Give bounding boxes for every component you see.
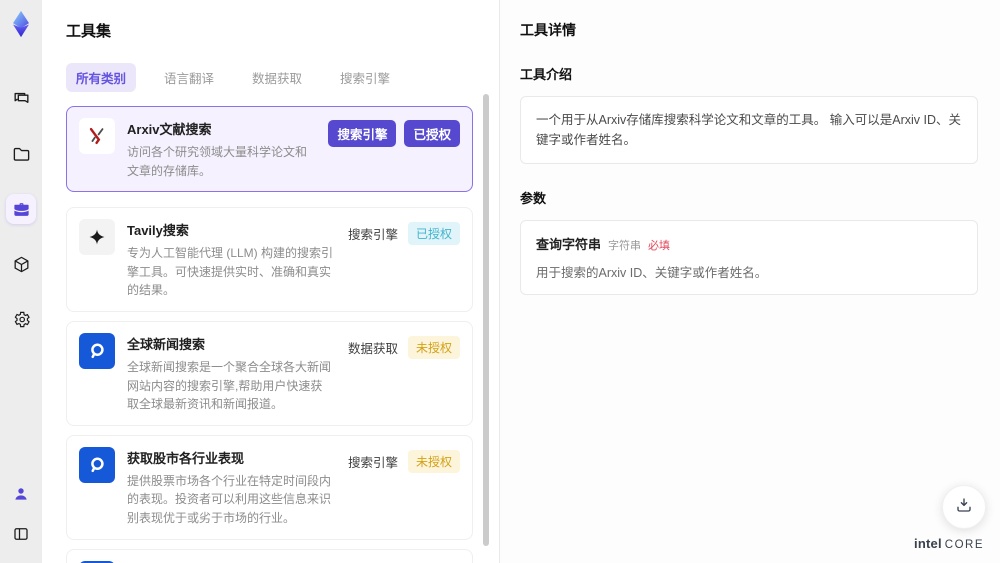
param-type: 字符串 xyxy=(608,240,642,252)
intro-text: 一个用于从Arxiv存储库搜索科学论文和文章的工具。 输入可以是Arxiv ID… xyxy=(536,113,962,147)
arxiv-icon xyxy=(79,118,115,154)
tool-auth-badge: 未授权 xyxy=(407,335,460,359)
param-required-badge: 必填 xyxy=(648,240,671,252)
details-title: 工具详情 xyxy=(520,22,576,38)
tool-auth-badge: 已授权 xyxy=(404,120,460,147)
tool-description: 访问各个研究领域大量科学论文和文章的存储库。 xyxy=(127,145,308,178)
settings-gear-icon[interactable] xyxy=(6,304,36,334)
user-profile-icon[interactable] xyxy=(6,479,36,509)
download-icon xyxy=(955,496,973,519)
param-box: 查询字符串 字符串 必填 用于搜索的Arxiv ID、关键字或作者姓名。 xyxy=(520,220,978,295)
sparkle-icon xyxy=(79,219,115,256)
package-icon[interactable] xyxy=(6,249,36,279)
tool-category-tag: 数据获取 xyxy=(347,341,398,356)
tool-description: 专为人工智能代理 (LLM) 构建的搜索引擎工具。可快速提供实时、准确和真实的结… xyxy=(127,246,334,298)
brand-intel-text: intel xyxy=(914,536,942,551)
icon-rail xyxy=(0,0,42,563)
tool-list-item[interactable]: 获取市场最活跃股票信息 提供当天交易量最高的股票列表,投资者可以利用这些信息来识… xyxy=(66,548,473,563)
tool-auth-badge: 已授权 xyxy=(407,222,460,246)
tab-2[interactable]: 数据获取 xyxy=(242,63,312,92)
tool-category-tag: 搜索引擎 xyxy=(347,228,398,243)
tool-list-panel: 工具集 所有类别 语言翻译 数据获取 搜索引擎 Arxiv文献搜索 访问各个研究领域大… xyxy=(42,0,500,563)
tab-1[interactable]: 语言翻译 xyxy=(154,63,224,92)
category-tabs: 所有类别 语言翻译 数据获取 搜索引擎 xyxy=(66,63,473,92)
tool-category-tag: 搜索引擎 xyxy=(328,120,397,147)
params-heading: 参数 xyxy=(520,191,547,206)
tool-details-panel: 工具详情 工具介绍 一个用于从Arxiv存储库搜索科学论文和文章的工具。 输入可… xyxy=(500,0,1000,563)
tool-list-item[interactable]: 获取股市各行业表现 提供股票市场各个行业在特定时间段内的表现。投资者可以利用这些… xyxy=(66,434,473,540)
list-scrollbar[interactable] xyxy=(483,94,489,552)
tool-title: 获取股市各行业表现 xyxy=(127,450,245,466)
blue-e-icon xyxy=(79,446,115,483)
intro-heading: 工具介绍 xyxy=(520,67,573,82)
param-desc: 用于搜索的Arxiv ID、关键字或作者姓名。 xyxy=(536,266,768,280)
intel-core-logo: intel CORE xyxy=(914,536,984,551)
panel-layout-icon[interactable] xyxy=(6,519,36,549)
tool-list: Arxiv文献搜索 访问各个研究领域大量科学论文和文章的存储库。 搜索引擎 已授… xyxy=(66,106,473,563)
tool-list-item[interactable]: 全球新闻搜索 全球新闻搜索是一个聚合全球各大新闻网站内容的搜索引擎,帮助用户快速… xyxy=(66,320,473,426)
param-name: 查询字符串 xyxy=(536,237,602,252)
tool-title: Tavily搜索 xyxy=(127,223,189,239)
blue-e-icon xyxy=(79,332,115,369)
tool-list-item[interactable]: Tavily搜索 专为人工智能代理 (LLM) 构建的搜索引擎工具。可快速提供实… xyxy=(66,207,473,312)
tool-title: Arxiv文献搜索 xyxy=(127,122,212,137)
tool-title: 全球新闻搜索 xyxy=(127,336,206,352)
download-button[interactable] xyxy=(942,485,986,529)
tab-0[interactable]: 所有类别 xyxy=(66,63,137,92)
intro-box: 一个用于从Arxiv存储库搜索科学论文和文章的工具。 输入可以是Arxiv ID… xyxy=(520,96,978,164)
app-logo-icon xyxy=(5,8,37,40)
tool-description: 全球新闻搜索是一个聚合全球各大新闻网站内容的搜索引擎,帮助用户快速获取全球最新资… xyxy=(127,359,332,412)
folder-icon[interactable] xyxy=(6,139,36,169)
brand-core-text: CORE xyxy=(944,539,984,551)
chat-icon[interactable] xyxy=(6,84,36,114)
app-window: 工具集 所有类别 语言翻译 数据获取 搜索引擎 Arxiv文献搜索 访问各个研究领域大… xyxy=(0,0,1000,563)
tab-3[interactable]: 搜索引擎 xyxy=(330,63,400,92)
scrollbar-thumb[interactable] xyxy=(483,94,489,546)
page-title: 工具集 xyxy=(66,23,112,40)
tool-category-tag: 搜索引擎 xyxy=(347,455,398,470)
tool-list-item[interactable]: Arxiv文献搜索 访问各个研究领域大量科学论文和文章的存储库。 搜索引擎 已授… xyxy=(66,106,473,193)
toolbox-icon[interactable] xyxy=(6,194,36,224)
tool-description: 提供股票市场各个行业在特定时间段内的表现。投资者可以利用这些信息来识别表现优于或… xyxy=(127,473,332,525)
tool-auth-badge: 未授权 xyxy=(407,449,460,473)
